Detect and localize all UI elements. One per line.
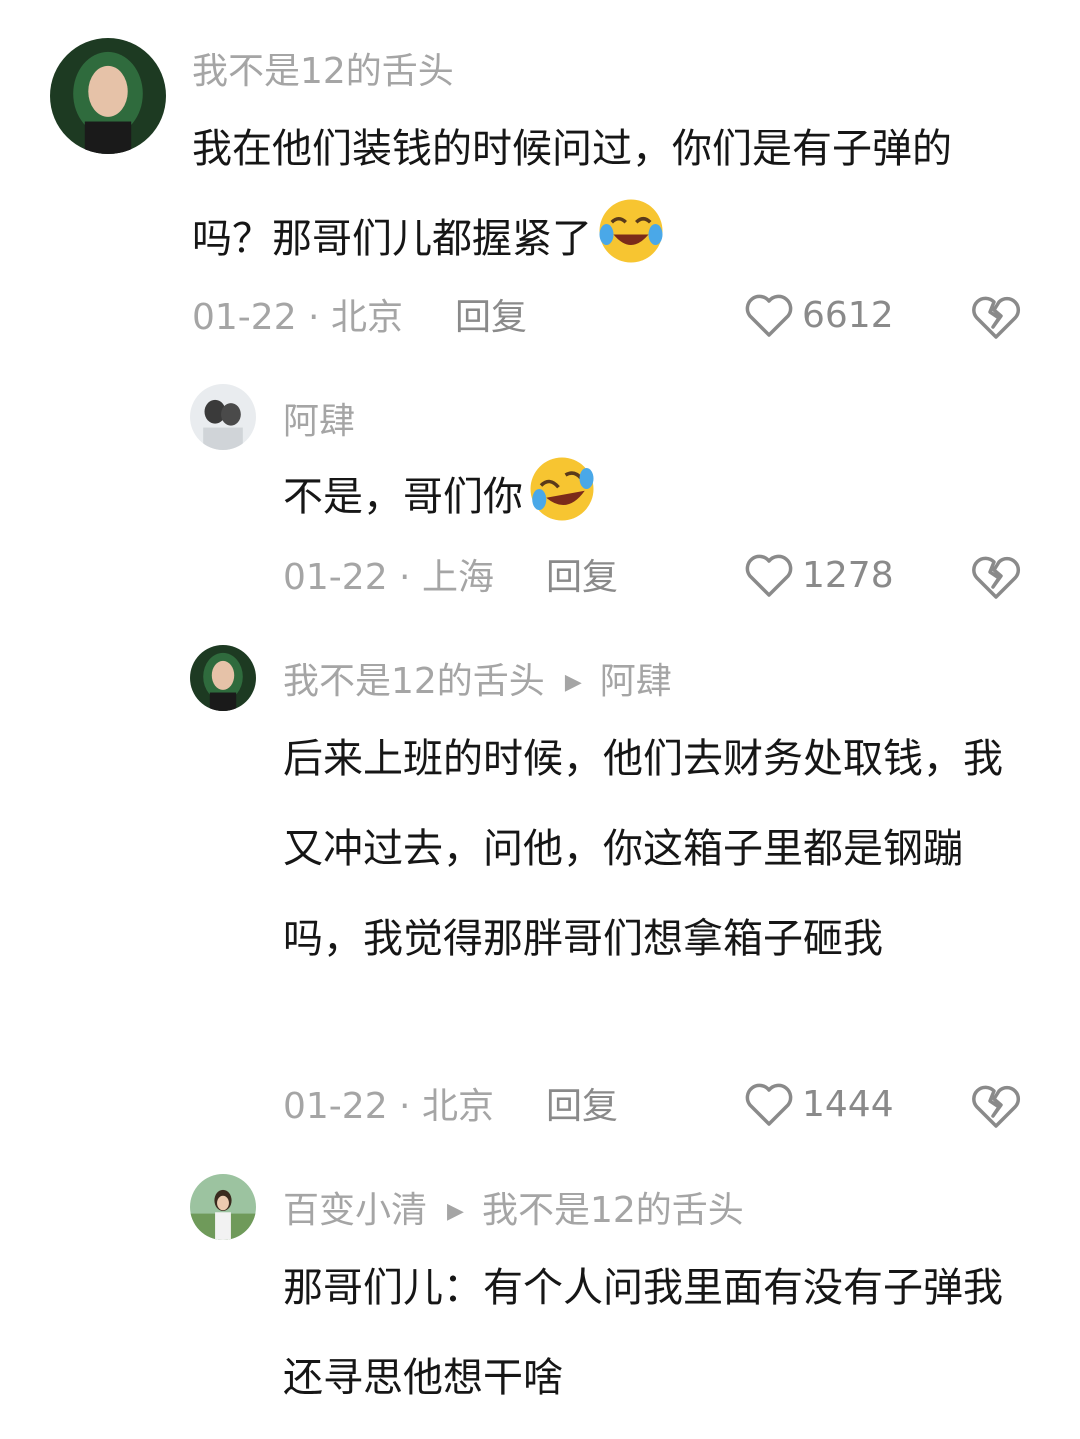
comment-text: 后来上班的时候，他们去财务处取钱，我又冲过去，问他，你这箱子里都是钢蹦吗，我觉得… <box>283 714 1023 984</box>
heart-icon <box>745 294 793 337</box>
reply-button[interactable]: 回复 <box>546 556 618 600</box>
dislike-button[interactable] <box>970 292 1022 340</box>
comment-date: 01-22 <box>192 297 297 338</box>
comment-location: 北京 <box>421 1086 494 1127</box>
dislike-button[interactable] <box>970 1081 1022 1129</box>
username[interactable]: 我不是12的舌头 <box>283 661 545 702</box>
avatar-user-1[interactable] <box>50 38 166 154</box>
comment-body: 后来上班的时候，他们去财务处取钱，我又冲过去，问他，你这箱子里都是钢蹦吗，我觉得… <box>283 736 1003 962</box>
like-count: 1444 <box>802 1083 894 1125</box>
comment-meta: 01-22 · 上海 <box>283 557 494 598</box>
rofl-emoji-icon <box>527 454 597 524</box>
avatar-user-3[interactable] <box>190 645 256 711</box>
heart-icon <box>745 554 793 597</box>
comment-location: 上海 <box>421 557 494 598</box>
username[interactable]: 我不是12的舌头 <box>192 50 454 94</box>
comment-body: 那哥们儿：有个人问我里面有没有子弹我还寻思他想干啥 <box>283 1265 1003 1401</box>
comment-date: 01-22 <box>283 557 388 598</box>
like-button[interactable]: 1278 <box>744 552 894 598</box>
like-button[interactable]: 1444 <box>744 1081 894 1127</box>
avatar-user-2[interactable] <box>190 384 256 450</box>
reply-arrow-icon: ▶ <box>447 1199 464 1224</box>
broken-heart-icon <box>972 1085 1021 1128</box>
username[interactable]: 阿肆 <box>283 400 355 444</box>
dislike-button[interactable] <box>970 552 1022 600</box>
broken-heart-icon <box>972 296 1021 339</box>
username[interactable]: 百变小清 <box>283 1190 427 1231</box>
comment-text: 我在他们装钱的时候问过，你们是有子弹的吗？那哥们儿都握紧了 <box>192 104 1022 284</box>
reply-button[interactable]: 回复 <box>546 1085 618 1129</box>
reply-arrow-icon: ▶ <box>564 670 582 695</box>
like-count: 1278 <box>802 554 894 596</box>
comment-text: 不是，哥们你 <box>283 452 1023 542</box>
reply-to-username[interactable]: 我不是12的舌头 <box>482 1190 744 1231</box>
reply-to-username[interactable]: 阿肆 <box>600 661 672 702</box>
username-reply-line: 我不是12的舌头 ▶ 阿肆 <box>283 660 672 705</box>
avatar-user-4[interactable] <box>190 1174 256 1240</box>
comment-date: 01-22 <box>283 1086 388 1127</box>
comment-meta: 01-22 · 北京 <box>283 1086 494 1127</box>
comment-meta: 01-22 · 北京 <box>192 297 403 338</box>
comment-body: 不是，哥们你 <box>283 474 523 520</box>
crying-laughing-emoji-icon <box>596 196 666 266</box>
broken-heart-icon <box>972 556 1021 599</box>
comment-body: 我在他们装钱的时候问过，你们是有子弹的吗？那哥们儿都握紧了 <box>192 126 952 262</box>
like-button[interactable]: 6612 <box>744 292 894 338</box>
username-reply-line: 百变小清 ▶ 我不是12的舌头 <box>283 1189 744 1234</box>
like-count: 6612 <box>802 294 894 336</box>
heart-icon <box>745 1083 793 1126</box>
reply-button[interactable]: 回复 <box>455 296 527 340</box>
comment-text: 那哥们儿：有个人问我里面有没有子弹我还寻思他想干啥 <box>283 1243 1023 1423</box>
comment-location: 北京 <box>330 297 403 338</box>
